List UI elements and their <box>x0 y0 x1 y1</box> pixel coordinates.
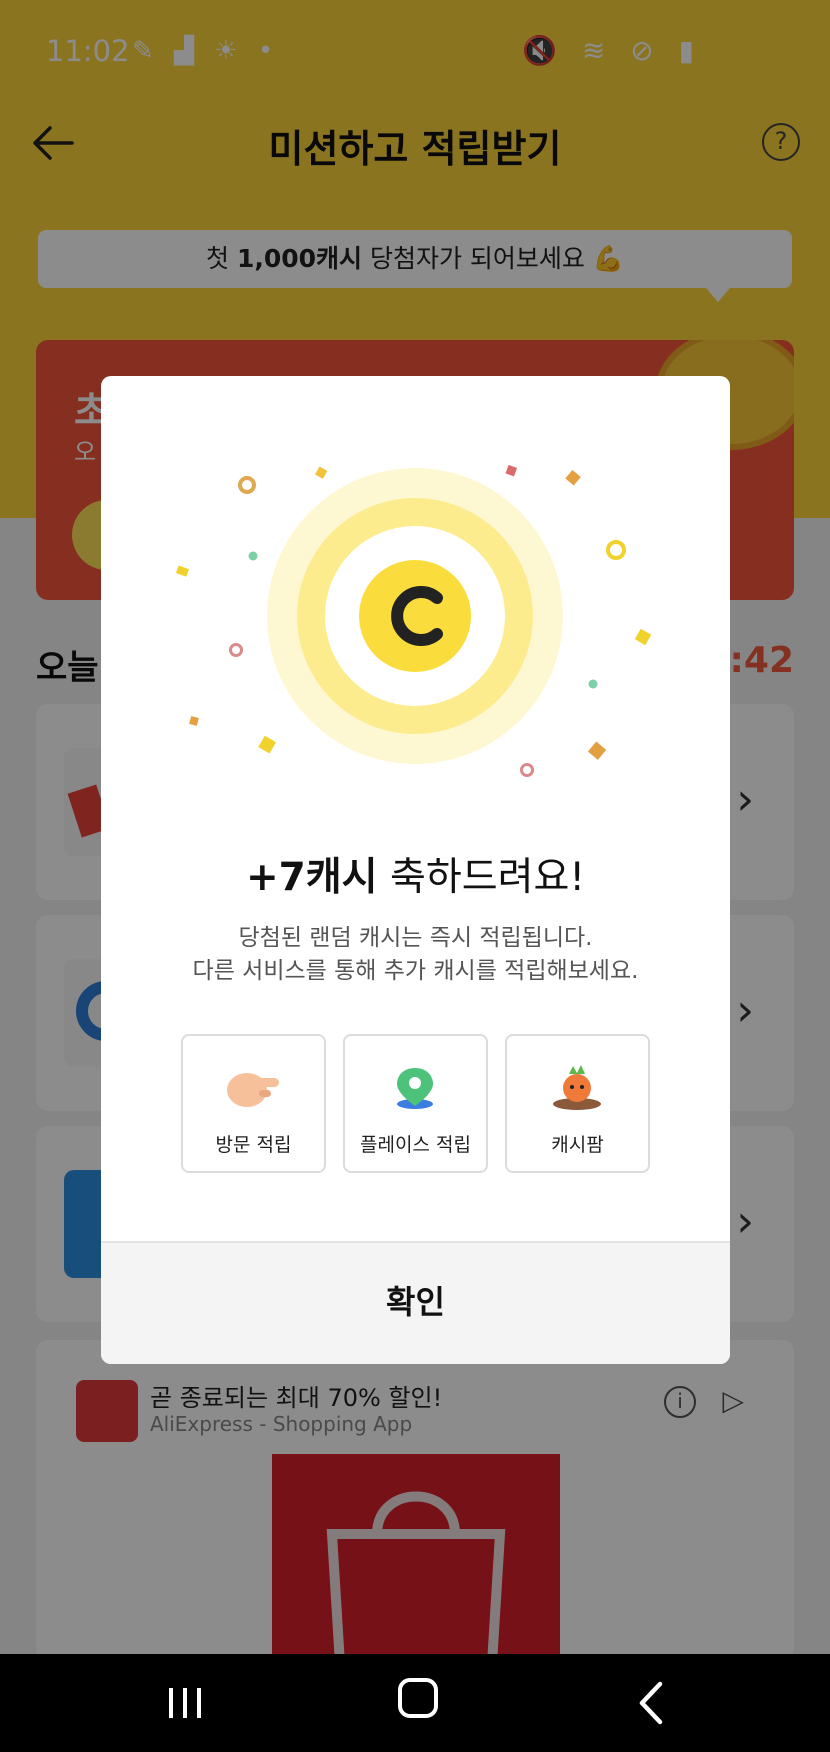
dialog-title: +7캐시 축하드려요! <box>101 846 730 902</box>
place-reward-button[interactable]: 플레이스 적립 <box>343 1034 488 1173</box>
pointing-hand-icon <box>227 1073 279 1107</box>
visit-reward-button[interactable]: 방문 적립 <box>181 1034 326 1173</box>
carrot-icon <box>553 1065 601 1110</box>
dialog-description: 당첨된 랜덤 캐시는 즉시 적립됩니다. 다른 서비스를 통해 추가 캐시를 적… <box>101 922 730 988</box>
confirm-button[interactable]: 확인 <box>101 1243 730 1364</box>
map-pin-icon <box>397 1068 433 1109</box>
dialog-footer: 확인 <box>101 1241 730 1364</box>
recent-apps-icon[interactable] <box>160 1680 210 1726</box>
cash-farm-label: 캐시팜 <box>551 1134 604 1156</box>
coin-celebration-illustration <box>175 464 652 777</box>
cash-farm-button[interactable]: 캐시팜 <box>505 1034 650 1173</box>
title-suffix: 축하드려요! <box>377 855 585 900</box>
place-reward-label: 플레이스 적립 <box>360 1134 471 1156</box>
desc-line-2: 다른 서비스를 통해 추가 캐시를 적립해보세요. <box>192 958 639 984</box>
home-icon[interactable] <box>398 1678 438 1718</box>
visit-reward-label: 방문 적립 <box>215 1134 292 1156</box>
nav-back-icon[interactable] <box>632 1678 672 1728</box>
desc-line-1: 당첨된 랜덤 캐시는 즉시 적립됩니다. <box>238 925 593 951</box>
reward-dialog: +7캐시 축하드려요! 당첨된 랜덤 캐시는 즉시 적립됩니다. 다른 서비스를… <box>101 376 730 1364</box>
system-nav-bar <box>0 1654 830 1752</box>
reward-amount: +7캐시 <box>245 855 378 900</box>
